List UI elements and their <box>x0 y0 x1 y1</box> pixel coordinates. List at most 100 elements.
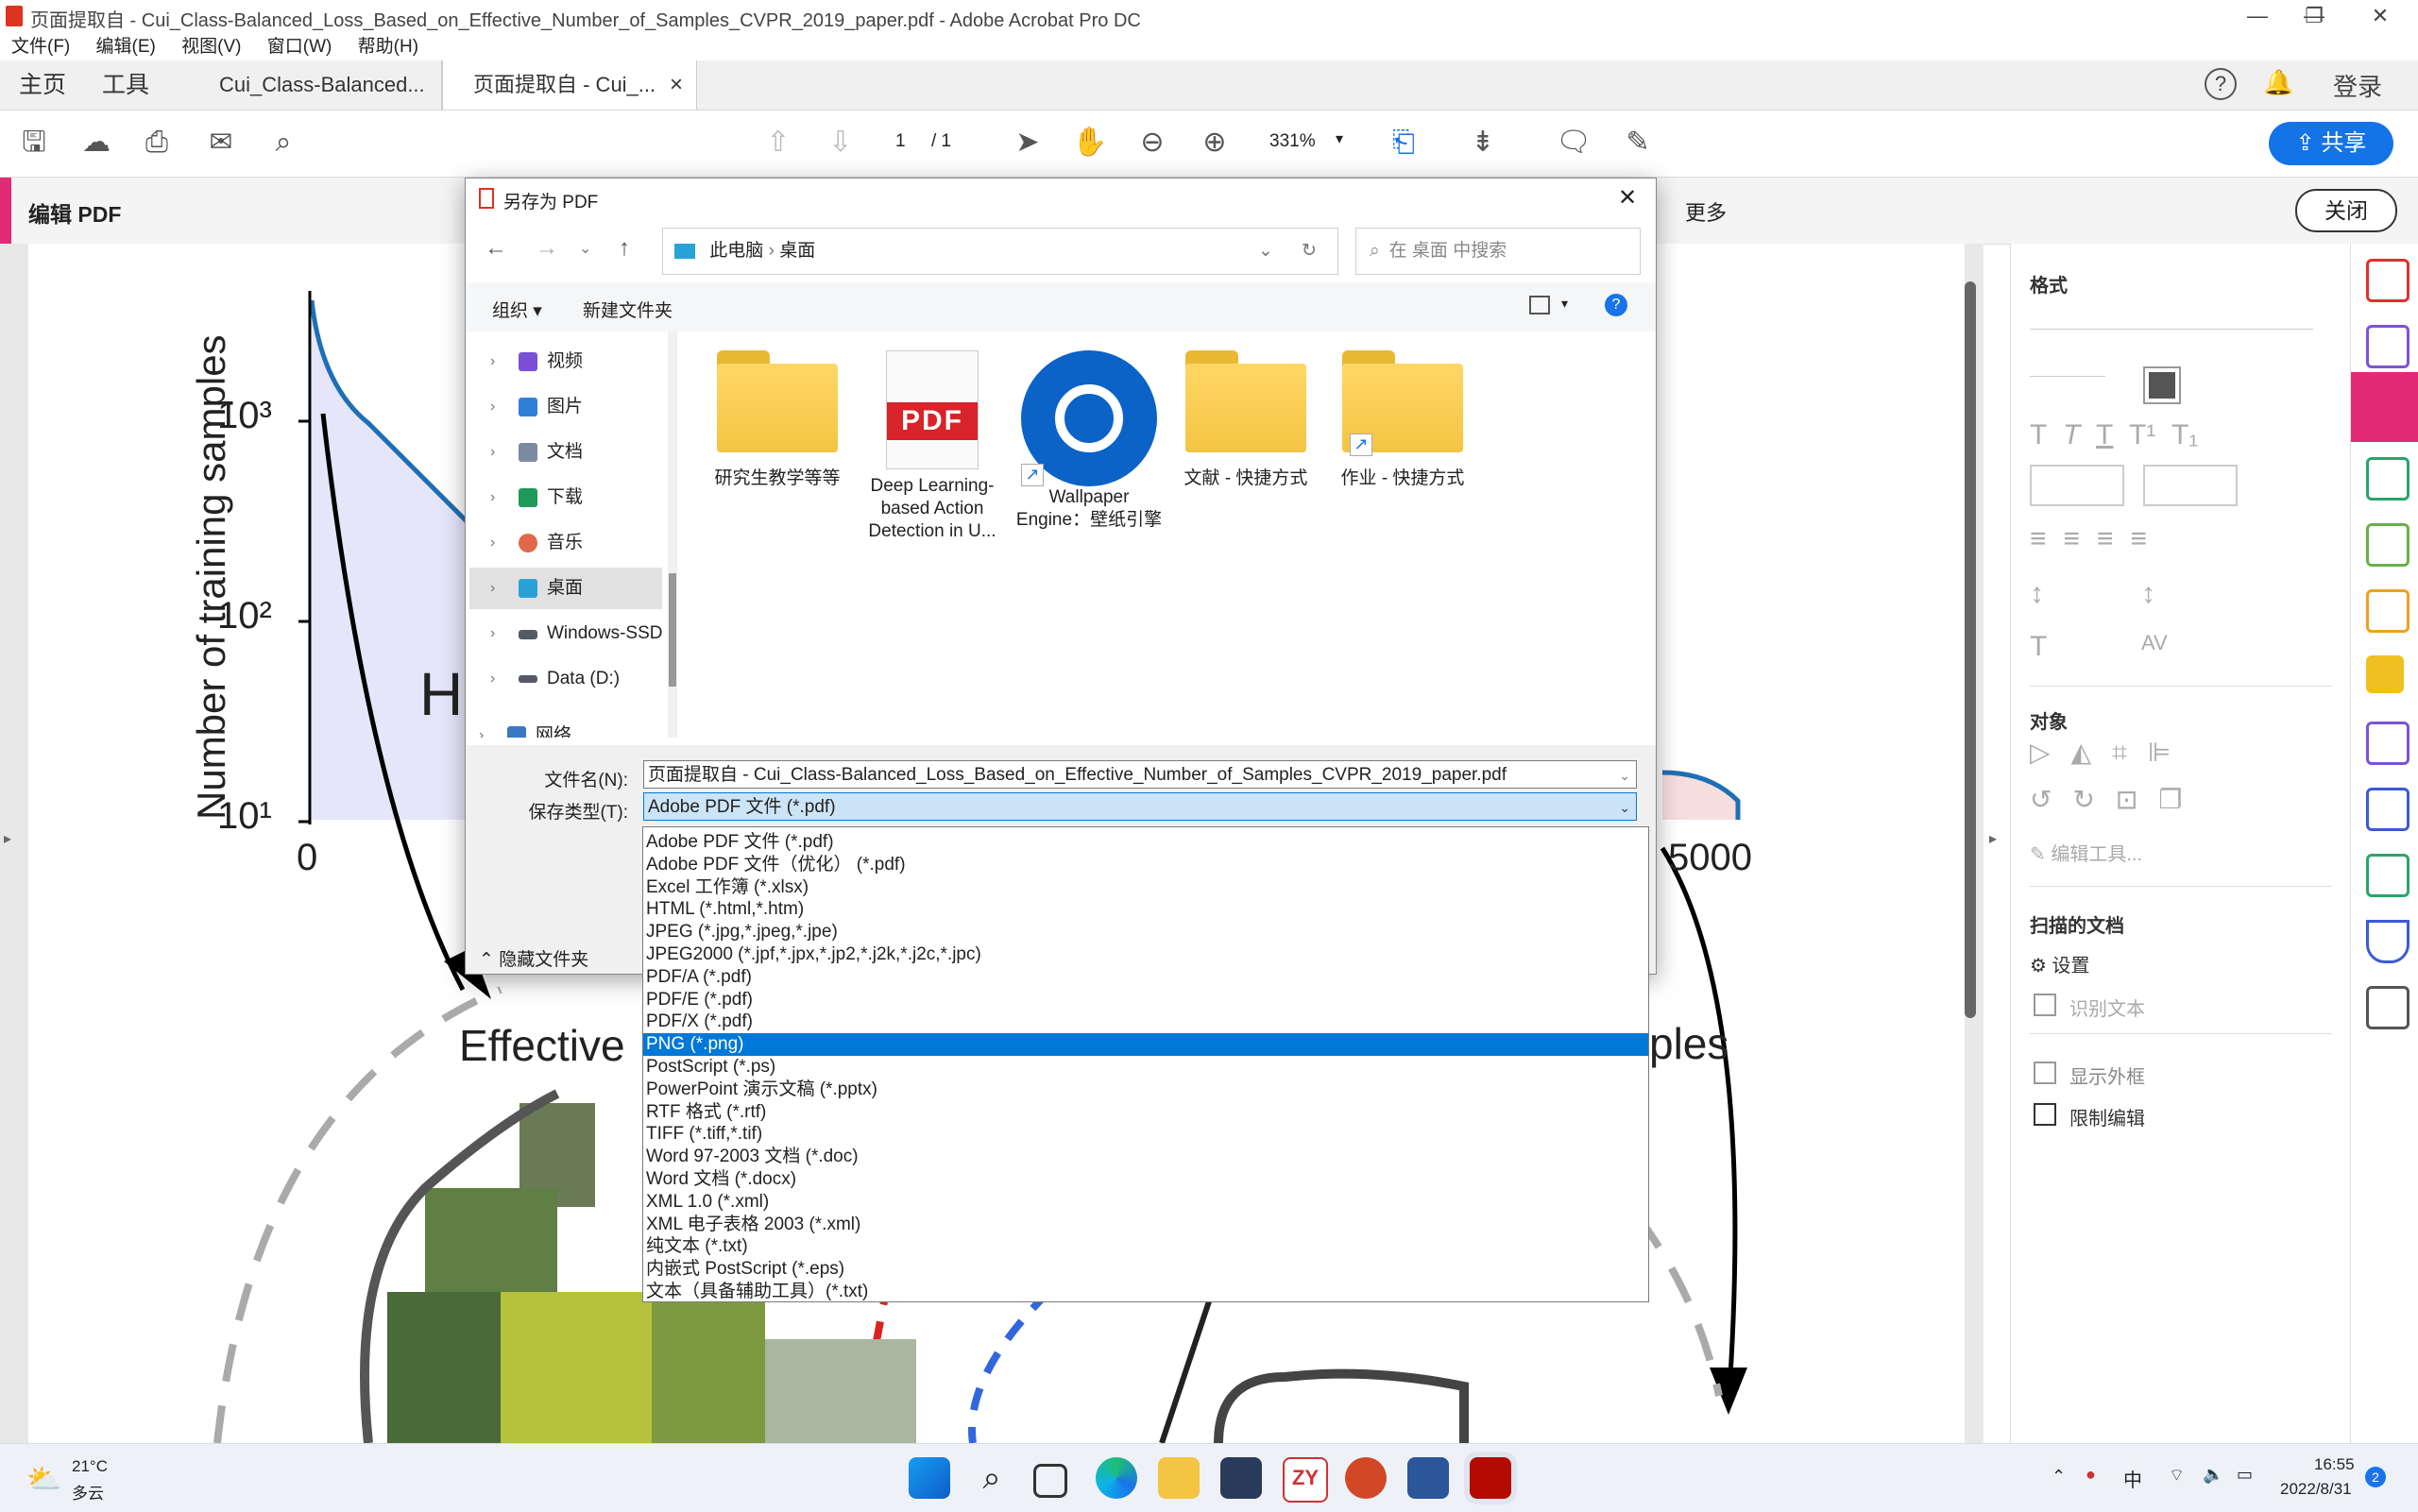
weather-temp[interactable]: 21°C <box>72 1457 108 1476</box>
hide-folders-toggle[interactable]: ⌃ 隐藏文件夹 <box>479 945 588 971</box>
filetype-option[interactable]: Word 97-2003 文档 (*.doc) <box>643 1146 1648 1168</box>
weather-desc[interactable]: 多云 <box>72 1480 104 1504</box>
doc-scrollbar[interactable] <box>1965 281 1976 1018</box>
protect-shield-icon[interactable] <box>2366 920 2409 963</box>
filetype-option[interactable]: PDF/X (*.pdf) <box>643 1011 1648 1033</box>
minimize-button-2[interactable]: — <box>2229 0 2286 32</box>
nav-item-windows-ssd[interactable]: › Windows-SSD <box>466 613 664 654</box>
restrict-edit-checkbox[interactable] <box>2034 1103 2056 1126</box>
view-options-icon[interactable] <box>1529 296 1550 314</box>
share-button[interactable]: ⇪ 共享 <box>2269 122 2393 165</box>
dialog-close-icon[interactable]: ✕ <box>1618 184 1637 212</box>
close-edit-button[interactable]: 关闭 <box>2295 189 2397 232</box>
pen-icon[interactable]: ✎ <box>1619 124 1657 161</box>
edge-icon[interactable] <box>1096 1457 1137 1499</box>
filetype-option[interactable]: PNG (*.png) <box>643 1033 1648 1057</box>
nav-item-network[interactable]: › 网络 <box>466 715 664 738</box>
chevron-up-icon[interactable]: ⌃ <box>2052 1467 2066 1487</box>
nav-item-data-d[interactable]: › Data (D:) <box>466 658 664 700</box>
filename-dropdown-icon[interactable]: ⌄ <box>1619 761 1630 788</box>
edit-tool-link[interactable]: ✎ 编辑工具... <box>2030 839 2142 866</box>
filetype-option[interactable]: XML 1.0 (*.xml) <box>643 1191 1648 1214</box>
recognize-text-checkbox[interactable] <box>2034 994 2056 1016</box>
nav-item-documents[interactable]: › 文档 <box>466 432 664 473</box>
tab-tools[interactable]: 工具 <box>102 60 149 110</box>
select-arrow-icon[interactable]: ➤ <box>1009 124 1047 161</box>
filetype-option[interactable]: 文本（具备辅助工具）(*.txt) <box>643 1281 1648 1303</box>
paragraph-spacing-icon[interactable]: ↕ <box>2141 578 2155 610</box>
text-scale-icon[interactable]: T <box>2030 631 2047 663</box>
bell-icon[interactable]: 🔔 <box>2263 68 2293 97</box>
organize-button[interactable]: 组织 ▾ <box>492 297 542 322</box>
measure-icon[interactable] <box>2366 788 2409 831</box>
new-folder-button[interactable]: 新建文件夹 <box>583 297 673 322</box>
filename-input[interactable]: 页面提取自 - Cui_Class-Balanced_Loss_Based_on… <box>643 760 1637 789</box>
zoom-in-icon[interactable]: ⊕ <box>1196 124 1234 161</box>
filetype-option[interactable]: PDF/A (*.pdf) <box>643 966 1648 989</box>
line-spacing-icon[interactable]: ↕ <box>2030 578 2044 610</box>
nav-item-downloads[interactable]: › 下载 <box>466 477 664 518</box>
scroll-mode-icon[interactable]: ⇟ <box>1464 124 1502 161</box>
filetype-option[interactable]: Adobe PDF 文件（优化） (*.pdf) <box>643 854 1648 876</box>
breadcrumb-this-pc[interactable]: 此电脑 <box>709 241 763 261</box>
zoom-dropdown-icon[interactable]: ▾ <box>1336 129 1343 148</box>
view-dropdown-icon[interactable]: ▾ <box>1561 296 1568 312</box>
wifi-icon[interactable]: ⌔ <box>2169 1465 2185 1487</box>
word-icon[interactable] <box>1407 1457 1449 1499</box>
zoom-level[interactable]: 331% <box>1269 131 1316 152</box>
comment-tool-icon[interactable] <box>2366 655 2404 693</box>
filetype-option[interactable]: PDF/E (*.pdf) <box>643 989 1648 1011</box>
clock-time[interactable]: 16:55 <box>2314 1455 2355 1474</box>
menu-view[interactable]: 视图(V) <box>181 37 241 57</box>
numbered-list-icon[interactable] <box>2143 465 2238 506</box>
tab-home[interactable]: 主页 <box>19 60 66 110</box>
save-icon[interactable]: 🖫 <box>15 124 53 161</box>
task-view-icon[interactable] <box>1033 1464 1067 1498</box>
hand-icon[interactable]: ✋ <box>1071 124 1109 161</box>
nav-item-pictures[interactable]: › 图片 <box>466 386 664 428</box>
page-number-input[interactable]: 1 <box>895 131 906 152</box>
battery-icon[interactable]: ▭ <box>2237 1465 2253 1485</box>
tab-document-1[interactable]: Cui_Class-Balanced... <box>189 60 442 110</box>
fill-sign-icon[interactable] <box>2366 589 2409 633</box>
refresh-icon[interactable]: ↻ <box>1302 229 1317 274</box>
filetype-option[interactable]: JPEG2000 (*.jpf,*.jpx,*.jp2,*.j2k,*.j2c,… <box>643 943 1648 966</box>
file-explorer-icon[interactable] <box>1158 1457 1200 1499</box>
combine-files-icon[interactable] <box>2366 325 2409 368</box>
window-close-button[interactable]: ✕ <box>2352 0 2409 32</box>
filetype-option[interactable]: TIFF (*.tiff,*.tif) <box>643 1123 1648 1146</box>
filetype-option[interactable]: XML 电子表格 2003 (*.xml) <box>643 1214 1648 1236</box>
notification-badge[interactable]: 2 <box>2365 1467 2386 1487</box>
more-tools-icon[interactable] <box>2366 986 2409 1029</box>
fit-page-icon[interactable]: ⎗ <box>1385 124 1422 161</box>
filetype-option[interactable]: Adobe PDF 文件 (*.pdf) <box>643 831 1648 854</box>
filetype-select[interactable]: Adobe PDF 文件 (*.pdf) ⌄ <box>643 792 1637 821</box>
file-item-folder-shortcut-1[interactable]: 文献 - 快捷方式 <box>1170 350 1321 490</box>
cube-app-icon[interactable] <box>1220 1457 1262 1499</box>
search-icon[interactable]: ⌕ <box>264 124 302 161</box>
help-icon[interactable]: ? <box>1605 294 1627 316</box>
address-box[interactable]: 此电脑 › 桌面 ⌄ ↻ <box>662 228 1338 275</box>
search-icon[interactable]: ⌕ <box>971 1457 1013 1499</box>
filetype-option[interactable]: RTF 格式 (*.rtf) <box>643 1101 1648 1124</box>
page-up-icon[interactable]: ⇧ <box>759 124 797 161</box>
search-input[interactable]: ⌕ 在 桌面 中搜索 <box>1355 228 1641 275</box>
filetype-option[interactable]: 内嵌式 PostScript (*.eps) <box>643 1258 1648 1281</box>
file-item-pdf[interactable]: PDF Deep Learning-based Action Detection… <box>857 350 1008 543</box>
align-icons[interactable]: ≡≡≡≡ <box>2030 523 2164 555</box>
help-icon[interactable]: ? <box>2205 68 2237 100</box>
login-link[interactable]: 登录 <box>2333 68 2382 103</box>
menu-window[interactable]: 窗口(W) <box>267 37 332 57</box>
page-down-icon[interactable]: ⇩ <box>822 124 860 161</box>
start-icon[interactable] <box>909 1457 950 1499</box>
file-item-folder-shortcut-2[interactable]: ↗ 作业 - 快捷方式 <box>1327 350 1478 490</box>
filetype-option[interactable]: PowerPoint 演示文稿 (*.pptx) <box>643 1079 1648 1101</box>
filetype-option[interactable]: JPEG (*.jpg,*.jpeg,*.jpe) <box>643 921 1648 943</box>
volume-icon[interactable]: 🔈 <box>2203 1465 2223 1485</box>
tab-close-icon[interactable]: × <box>670 60 683 110</box>
print-production-icon[interactable] <box>2366 854 2409 897</box>
left-panel-toggle-icon[interactable]: ▸ <box>4 829 11 848</box>
show-outline-checkbox[interactable] <box>2034 1062 2056 1084</box>
nav-scrollbar[interactable] <box>668 331 677 738</box>
breadcrumb-desktop[interactable]: 桌面 <box>779 241 815 261</box>
